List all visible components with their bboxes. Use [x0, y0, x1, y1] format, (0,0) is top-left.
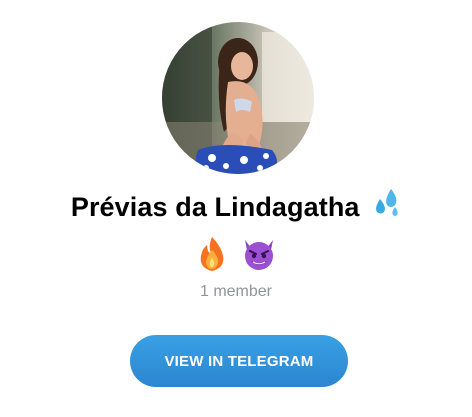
channel-emoji-row [0, 236, 472, 274]
channel-title-row: Prévias da Lindagatha [0, 189, 472, 224]
sweat-droplets-icon [371, 187, 401, 224]
member-count: 1 member [199, 283, 273, 300]
smiling-devil-icon [241, 236, 277, 274]
channel-title: Prévias da Lindagatha [70, 192, 360, 222]
fire-icon [195, 236, 229, 274]
channel-avatar [162, 22, 314, 174]
view-in-telegram-button[interactable]: VIEW IN TELEGRAM [130, 335, 348, 387]
